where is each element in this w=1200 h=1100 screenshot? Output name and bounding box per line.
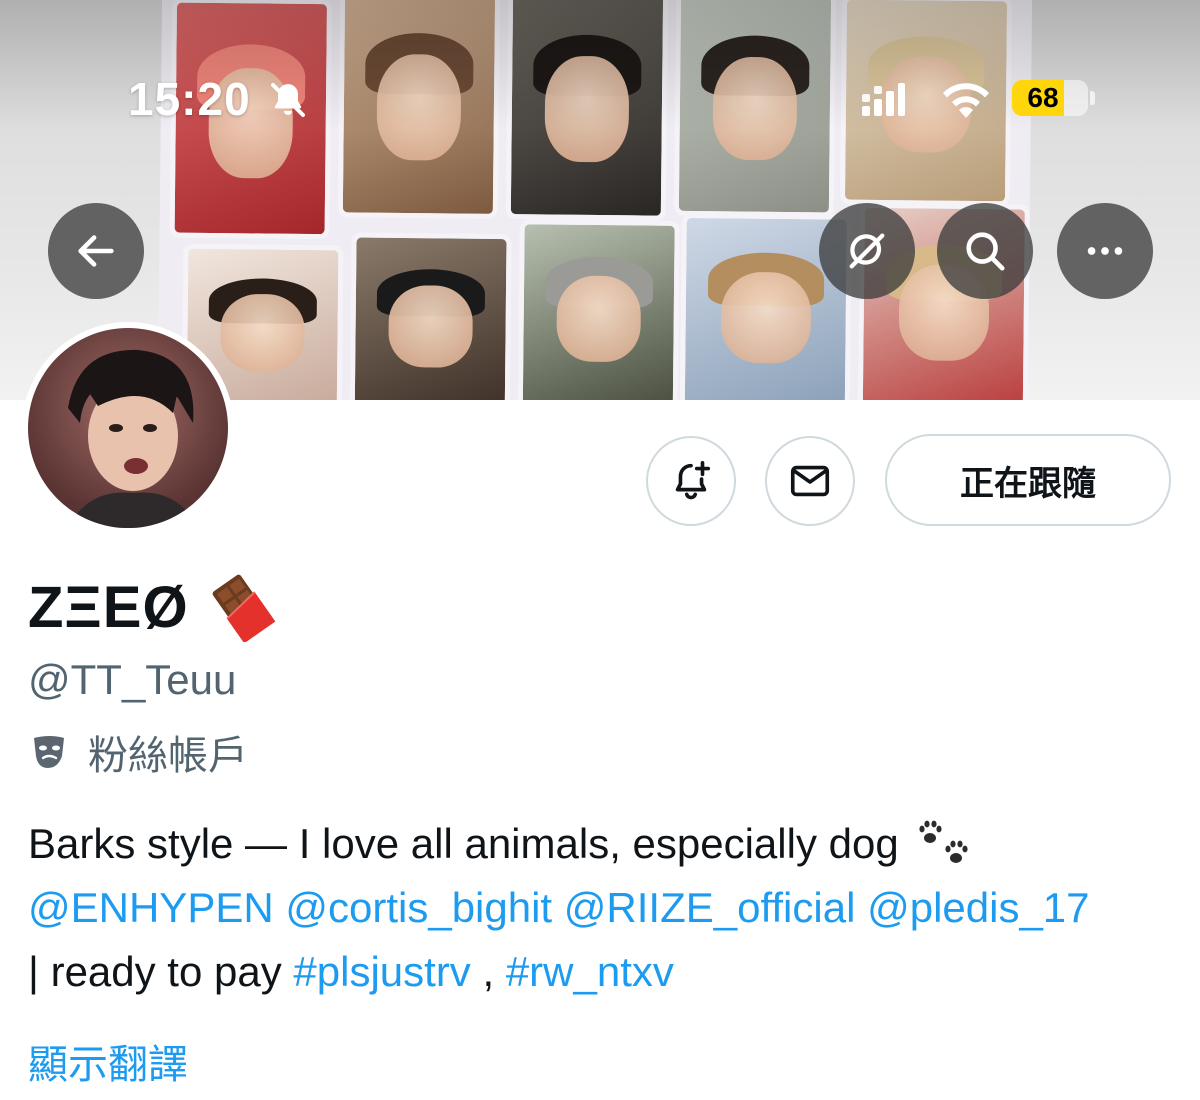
hashtag-link[interactable]: #rw_ntxv bbox=[506, 948, 674, 995]
battery-icon: 68 bbox=[1012, 80, 1088, 116]
chocolate-bar-icon bbox=[212, 574, 275, 642]
back-button[interactable] bbox=[48, 203, 144, 299]
bio-text: Barks style — I love all animals, especi… bbox=[28, 820, 899, 867]
search-icon bbox=[966, 232, 1005, 271]
notify-button[interactable] bbox=[646, 436, 736, 526]
mention-link[interactable]: @RIIZE_official bbox=[564, 884, 856, 931]
mention-link[interactable]: @pledis_17 bbox=[867, 884, 1089, 931]
account-type-label: 粉絲帳戶 bbox=[28, 723, 248, 781]
arrow-left-icon bbox=[78, 235, 114, 267]
battery-nub bbox=[1090, 91, 1095, 105]
display-name-text: ZΞEØ bbox=[28, 574, 189, 640]
mail-icon bbox=[790, 465, 830, 497]
photocard bbox=[517, 219, 680, 400]
bell-plus-icon bbox=[675, 460, 711, 500]
more-horizontal-icon bbox=[1087, 247, 1123, 255]
battery-level: 68 bbox=[1027, 82, 1059, 113]
bio-line-2: @ENHYPEN @cortis_bighit @RIIZE_official … bbox=[28, 876, 1178, 940]
mention-link[interactable]: @ENHYPEN bbox=[28, 884, 274, 931]
paw-prints-icon bbox=[919, 820, 968, 863]
hashtag-link[interactable]: #plsjustrv bbox=[293, 948, 470, 995]
grok-button[interactable] bbox=[819, 203, 915, 299]
display-name: ZΞEØ bbox=[28, 572, 277, 642]
more-button[interactable] bbox=[1057, 203, 1153, 299]
profile-avatar[interactable] bbox=[22, 322, 234, 534]
show-translation-link[interactable]: 顯示翻譯 bbox=[28, 1032, 188, 1090]
message-button[interactable] bbox=[765, 436, 855, 526]
bio-line-3: | ready to pay #plsjustrv , #rw_ntxv bbox=[28, 940, 1178, 1004]
following-button[interactable]: 正在跟隨 bbox=[885, 434, 1171, 526]
account-type-text: 粉絲帳戶 bbox=[88, 734, 248, 778]
bio-text: | ready to pay bbox=[28, 948, 282, 995]
status-time: 15:20 bbox=[128, 73, 251, 125]
mention-link[interactable]: @cortis_bighit bbox=[285, 884, 552, 931]
bell-off-icon bbox=[271, 83, 305, 117]
slash-circle-icon bbox=[849, 233, 885, 269]
profile-bio: Barks style — I love all animals, especi… bbox=[28, 812, 1178, 1004]
user-handle: @TT_Teuu bbox=[28, 656, 237, 703]
bio-separator: , bbox=[482, 948, 495, 995]
wifi-icon bbox=[943, 83, 989, 118]
avatar-illustration bbox=[68, 349, 198, 528]
bio-line-1: Barks style — I love all animals, especi… bbox=[28, 812, 1178, 876]
photocard bbox=[349, 232, 512, 400]
search-button[interactable] bbox=[937, 203, 1033, 299]
avatar-photo bbox=[28, 328, 228, 528]
signal-icon bbox=[862, 83, 905, 116]
mask-icon bbox=[34, 736, 64, 768]
